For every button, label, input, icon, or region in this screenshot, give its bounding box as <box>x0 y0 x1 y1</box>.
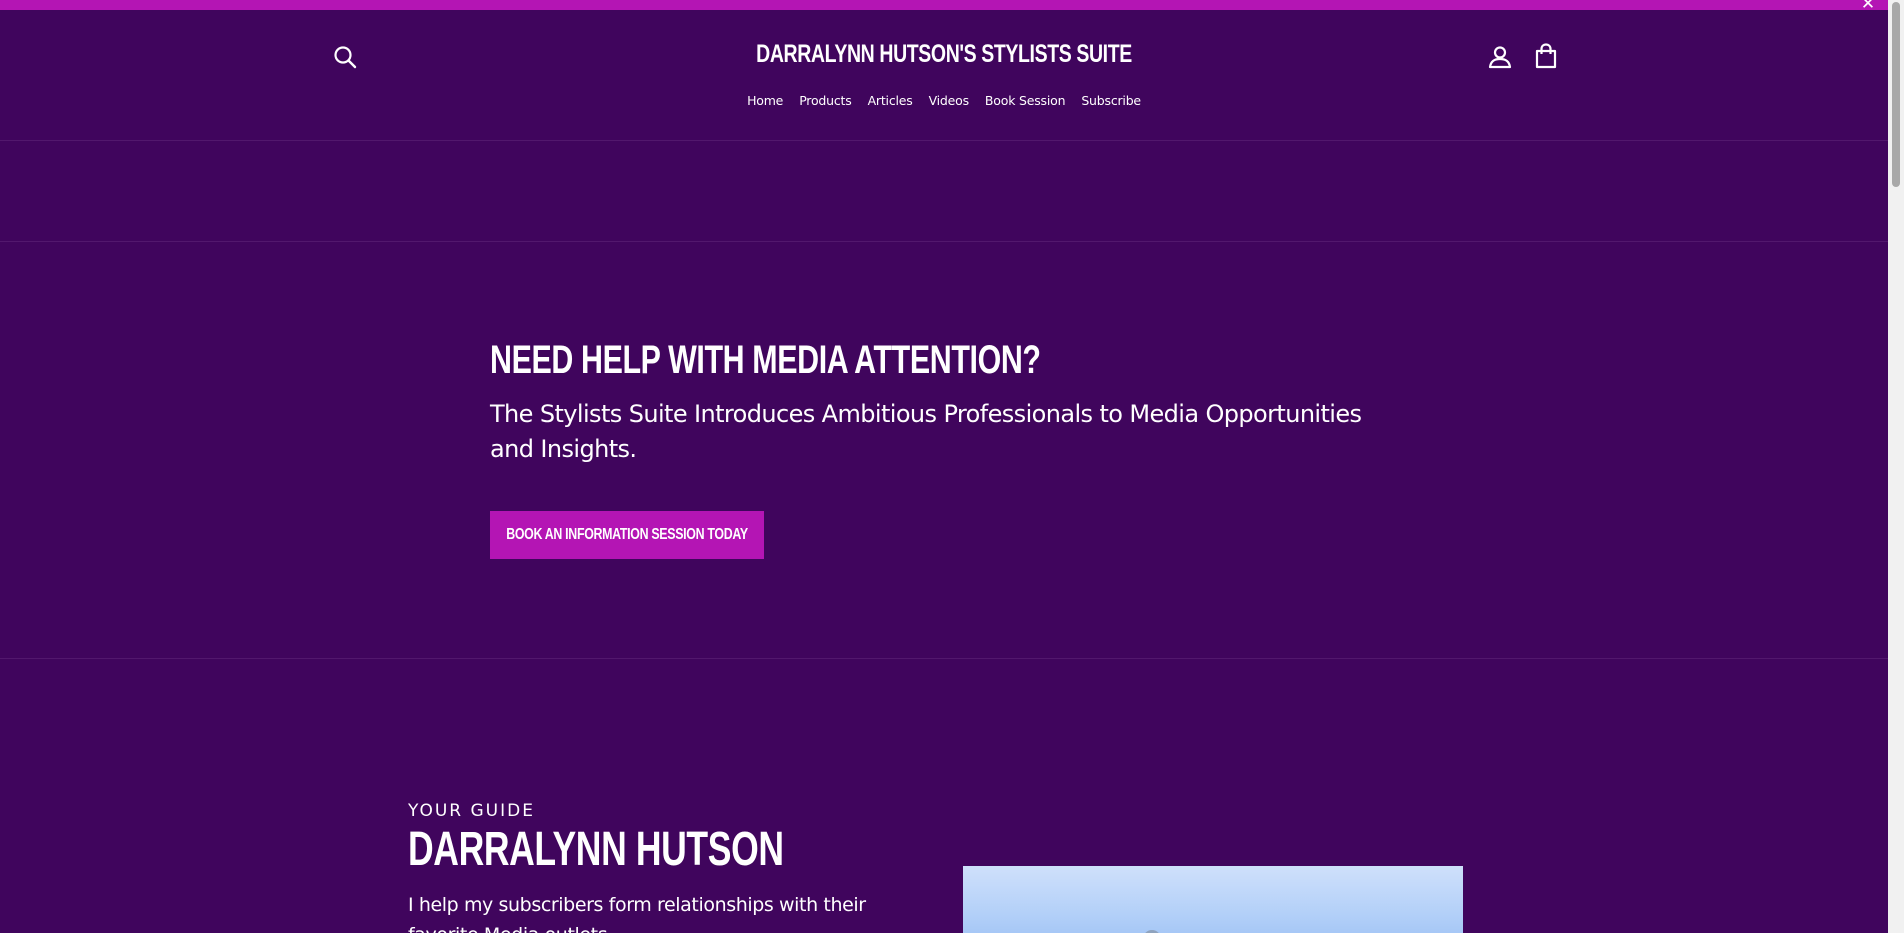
scrollbar-thumb[interactable] <box>1892 2 1900 187</box>
main-nav: Home Products Articles Videos Book Sessi… <box>0 93 1888 108</box>
nav-book-session[interactable]: Book Session <box>985 93 1066 108</box>
cart-icon[interactable] <box>1531 41 1561 71</box>
guide-name: DARRALYNN HUTSON <box>408 823 784 876</box>
guide-photo <box>963 866 1463 933</box>
hero-subtitle: The Stylists Suite Introduces Ambitious … <box>490 400 1362 463</box>
spacer-band <box>0 141 1888 242</box>
site-header: DARRALYNN HUTSON'S STYLISTS SUITE Home P… <box>0 10 1888 141</box>
nav-videos[interactable]: Videos <box>929 93 970 108</box>
nav-products[interactable]: Products <box>799 93 852 108</box>
guide-eyebrow: YOUR GUIDE <box>408 801 535 821</box>
book-session-button-label: BOOK AN INFORMATION SESSION TODAY <box>506 526 748 543</box>
guide-section: YOUR GUIDE DARRALYNN HUTSON I help my su… <box>0 660 1888 933</box>
hero-title: NEED HELP WITH MEDIA ATTENTION? <box>490 338 1041 382</box>
hero-section: NEED HELP WITH MEDIA ATTENTION? The Styl… <box>0 242 1888 659</box>
announcement-bar <box>0 0 1888 10</box>
guide-text: I help my subscribers form relationships… <box>408 894 866 933</box>
book-session-button[interactable]: BOOK AN INFORMATION SESSION TODAY <box>490 511 764 559</box>
nav-home[interactable]: Home <box>747 93 783 108</box>
nav-articles[interactable]: Articles <box>868 93 913 108</box>
site-title[interactable]: DARRALYNN HUTSON'S STYLISTS SUITE <box>208 40 1681 69</box>
scrollbar[interactable] <box>1888 0 1904 933</box>
page: ✕ DARRALYNN HUTSON'S STYLISTS SUITE Home… <box>0 0 1904 933</box>
account-icon[interactable] <box>1485 42 1515 72</box>
nav-subscribe[interactable]: Subscribe <box>1081 93 1141 108</box>
